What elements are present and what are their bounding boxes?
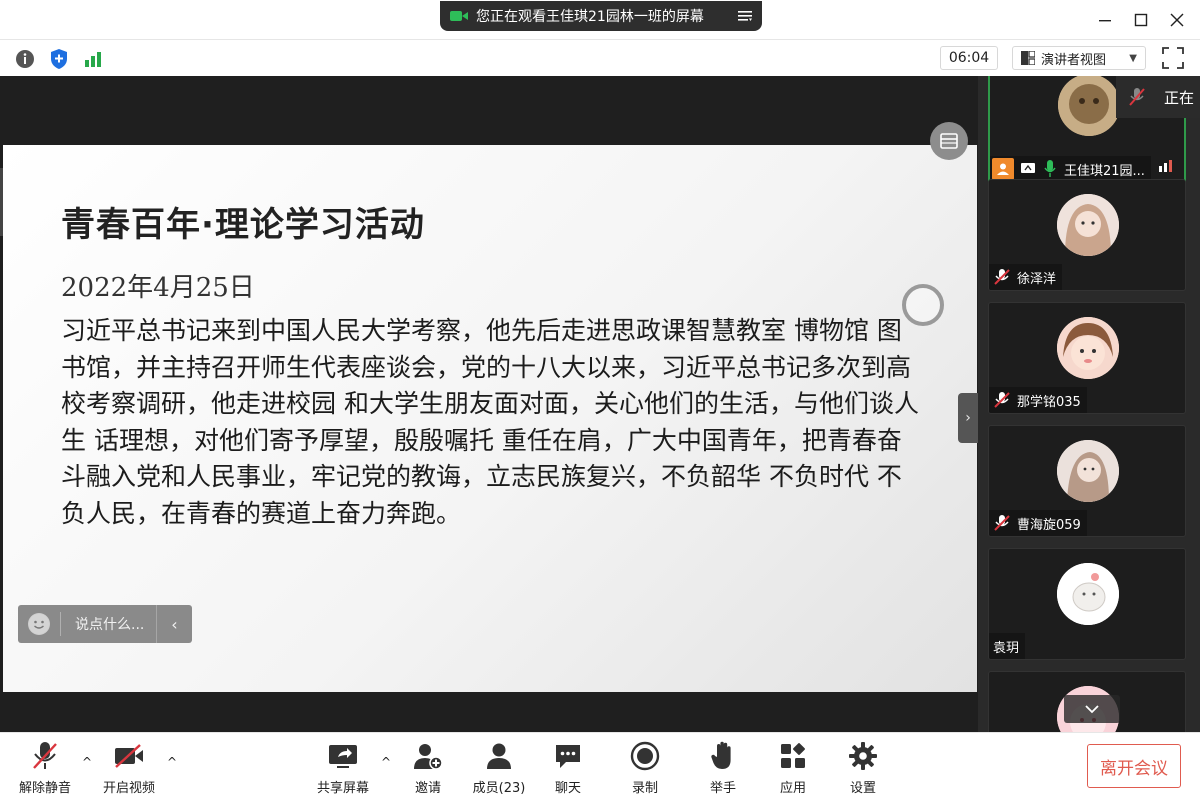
participant-name: 徐泽洋 <box>1017 271 1057 287</box>
divider <box>60 612 61 636</box>
pointer-circle-icon[interactable] <box>902 284 944 326</box>
share-screen-button[interactable]: 共享屏幕 <box>314 741 372 797</box>
invite-label: 邀请 <box>414 781 441 796</box>
microphone-muted-icon <box>993 391 1011 409</box>
host-icon <box>992 158 1014 180</box>
layout-toggle-icon[interactable] <box>930 122 968 160</box>
speaking-label: 正在 <box>1164 88 1195 107</box>
share-screen-icon <box>327 741 359 771</box>
view-mode-label: 演讲者视图 <box>1041 52 1107 68</box>
chevron-left-icon[interactable]: ‹ <box>156 605 192 643</box>
participant-nametag: 袁玥 <box>989 633 1026 659</box>
raise-hand-icon <box>707 741 739 771</box>
collapse-panel-icon[interactable]: › <box>958 393 978 443</box>
avatar <box>1057 440 1119 502</box>
participant-name: 袁玥 <box>993 640 1020 656</box>
participants-button[interactable]: 成员(23) <box>468 741 530 797</box>
microphone-icon <box>1042 160 1058 178</box>
raise-hand-button[interactable]: 举手 <box>695 741 751 797</box>
slide-body-text: 习近平总书记来到中国人民大学考察，他先后走进思政课智慧教室 博物馆 图书馆，并主… <box>61 316 919 528</box>
participant-tile[interactable]: 曹海旋059 <box>988 425 1186 537</box>
shield-icon[interactable] <box>48 48 70 70</box>
title-bar: 您正在观看王佳琪21园林一班的屏幕 <box>0 0 1200 40</box>
start-video-label: 开启视频 <box>102 781 155 796</box>
video-camera-off-icon <box>113 741 145 771</box>
microphone-muted-icon <box>29 741 61 771</box>
participant-name: 曹海旋059 <box>1017 517 1081 533</box>
layout-icon <box>1021 50 1036 66</box>
screen-share-notice[interactable]: 您正在观看王佳琪21园林一班的屏幕 <box>440 1 762 31</box>
microphone-muted-icon <box>993 514 1011 532</box>
participant-tile[interactable]: 徐泽洋 <box>988 179 1186 291</box>
settings-label: 设置 <box>849 781 876 796</box>
slide-title: 青春百年·理论学习活动 <box>61 205 425 245</box>
chevron-up-icon[interactable]: ^ <box>165 755 179 769</box>
speaking-indicator: 正在 <box>1116 76 1200 118</box>
avatar <box>1057 317 1119 379</box>
participant-nametag: 徐泽洋 <box>989 264 1063 290</box>
chat-input-bar[interactable]: 说点什么... ‹ <box>18 605 192 643</box>
participant-tile[interactable]: 那学铭035 <box>988 302 1186 414</box>
participant-name: 那学铭035 <box>1017 394 1081 410</box>
chat-button[interactable]: 聊天 <box>540 741 596 797</box>
share-screen-label: 共享屏幕 <box>316 781 369 796</box>
record-label: 录制 <box>631 781 658 796</box>
participant-nametag: 曹海旋059 <box>989 510 1087 536</box>
avatar <box>1057 563 1119 625</box>
participants-label: 成员(23) <box>472 781 526 796</box>
start-video-button[interactable]: 开启视频 <box>100 741 158 797</box>
slide-date: 2022年4月25日 <box>61 273 255 303</box>
microphone-muted-icon <box>1122 82 1152 112</box>
fullscreen-icon[interactable] <box>1160 45 1186 71</box>
settings-button[interactable]: 设置 <box>835 741 891 797</box>
microphone-muted-icon <box>993 268 1011 286</box>
chevron-up-icon[interactable]: ^ <box>379 755 393 769</box>
chevron-up-icon[interactable]: ^ <box>80 755 94 769</box>
chat-input-placeholder[interactable]: 说点什么... <box>75 614 144 634</box>
record-button[interactable]: 录制 <box>617 741 673 797</box>
avatar <box>1057 194 1119 256</box>
participant-panel: 王佳琪21园... 徐泽洋 那学铭035 曹海旋059 袁玥 <box>978 76 1200 732</box>
unmute-label: 解除静音 <box>18 781 71 796</box>
meeting-timer: 06:04 <box>940 46 998 70</box>
participant-nametag: 那学铭035 <box>989 387 1087 413</box>
invite-button[interactable]: 邀请 <box>400 741 456 797</box>
gear-icon <box>847 741 879 771</box>
participants-icon <box>483 741 515 771</box>
scroll-down-icon[interactable] <box>1064 695 1120 723</box>
info-icon[interactable] <box>14 48 36 70</box>
participant-tile[interactable]: 袁玥 <box>988 548 1186 660</box>
chat-label: 聊天 <box>554 781 581 796</box>
unmute-button[interactable]: 解除静音 <box>16 741 74 797</box>
avatar <box>1058 76 1120 136</box>
apps-label: 应用 <box>779 781 806 796</box>
record-icon <box>629 741 661 771</box>
maximize-icon[interactable] <box>1126 6 1156 34</box>
raise-hand-label: 举手 <box>709 781 736 796</box>
meeting-toolbar: 解除静音 ^ 开启视频 ^ 共享屏幕 ^ 邀请 成员(23) 聊天 录制 举手 … <box>0 732 1200 800</box>
hamburger-icon[interactable] <box>734 7 756 26</box>
emoji-icon[interactable] <box>28 613 50 635</box>
video-camera-icon <box>450 10 468 22</box>
apps-icon <box>777 741 809 771</box>
apps-button[interactable]: 应用 <box>765 741 821 797</box>
leave-meeting-button[interactable]: 离开会议 <box>1087 744 1181 788</box>
signal-icon[interactable] <box>82 48 104 70</box>
share-notice-text: 您正在观看王佳琪21园林一班的屏幕 <box>476 9 704 25</box>
view-mode-dropdown[interactable]: 演讲者视图 ▼ <box>1012 46 1146 70</box>
signal-strength-icon <box>1158 157 1176 176</box>
chevron-down-icon: ▼ <box>1129 52 1137 64</box>
minimize-icon[interactable] <box>1090 6 1120 34</box>
chat-icon <box>552 741 584 771</box>
add-user-icon <box>412 741 444 771</box>
screen-share-icon <box>1018 159 1038 179</box>
participant-name: 王佳琪21园... <box>1064 163 1145 179</box>
close-icon[interactable] <box>1162 6 1192 34</box>
